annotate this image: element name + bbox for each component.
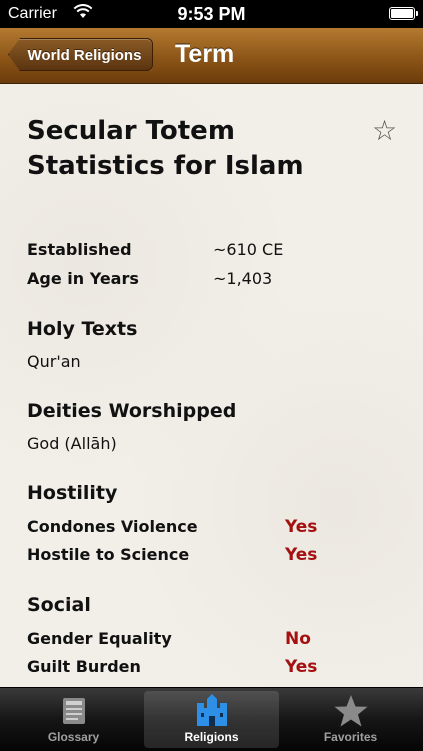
gender-equality-value: No: [285, 629, 311, 649]
status-bar: Carrier 9:53 PM: [0, 0, 423, 28]
tab-glossary[interactable]: Glossary: [6, 691, 141, 748]
tab-religions[interactable]: Religions: [144, 691, 279, 748]
book-icon: [6, 694, 141, 730]
social-heading: Social: [27, 594, 91, 616]
page-title: Secular Totem Statistics for Islam: [27, 116, 304, 181]
tab-glossary-label: Glossary: [47, 730, 100, 744]
nav-title: Term: [175, 40, 235, 68]
guilt-burden-row: Guilt Burden Yes: [27, 657, 317, 677]
established-row: Established ~610 CE: [27, 240, 283, 259]
condones-violence-label: Condones Violence: [27, 517, 198, 536]
hostile-to-science-label: Hostile to Science: [27, 545, 190, 564]
clock: 9:53 PM: [177, 4, 246, 24]
deities-value: God (Allāh): [27, 434, 117, 453]
holy-texts-heading: Holy Texts: [27, 318, 138, 340]
tab-bar: Glossary Religions Favorites: [0, 687, 423, 751]
condones-violence-value: Yes: [285, 517, 318, 537]
age-row: Age in Years ~1,403: [27, 269, 272, 288]
tab-religions-label: Religions: [184, 730, 239, 744]
age-value: ~1,403: [213, 269, 273, 288]
hostile-to-science-value: Yes: [285, 545, 318, 565]
holy-texts-value: Qur'an: [27, 352, 81, 371]
hostility-heading: Hostility: [27, 482, 118, 504]
tab-favorites-label: Favorites: [323, 730, 378, 744]
guilt-burden-label: Guilt Burden: [27, 657, 141, 676]
tab-favorites[interactable]: Favorites: [283, 691, 418, 748]
battery-icon: [389, 7, 418, 20]
hostile-to-science-row: Hostile to Science Yes: [27, 545, 317, 565]
term-detail: Secular Totem Statistics for Islam ☆ Est…: [0, 84, 423, 687]
condones-violence-row: Condones Violence Yes: [27, 517, 317, 537]
star-icon: [283, 694, 418, 730]
established-label: Established: [27, 240, 132, 259]
established-value: ~610 CE: [213, 240, 284, 259]
age-label: Age in Years: [27, 269, 139, 288]
favorite-star-icon[interactable]: ☆: [372, 117, 397, 145]
navigation-bar: World Religions Term: [0, 28, 423, 84]
deities-heading: Deities Worshipped: [27, 400, 237, 422]
guilt-burden-value: Yes: [285, 657, 318, 677]
castle-icon: [144, 694, 279, 730]
gender-equality-row: Gender Equality No: [27, 629, 311, 649]
gender-equality-label: Gender Equality: [27, 629, 172, 648]
back-button[interactable]: World Religions: [8, 38, 153, 71]
